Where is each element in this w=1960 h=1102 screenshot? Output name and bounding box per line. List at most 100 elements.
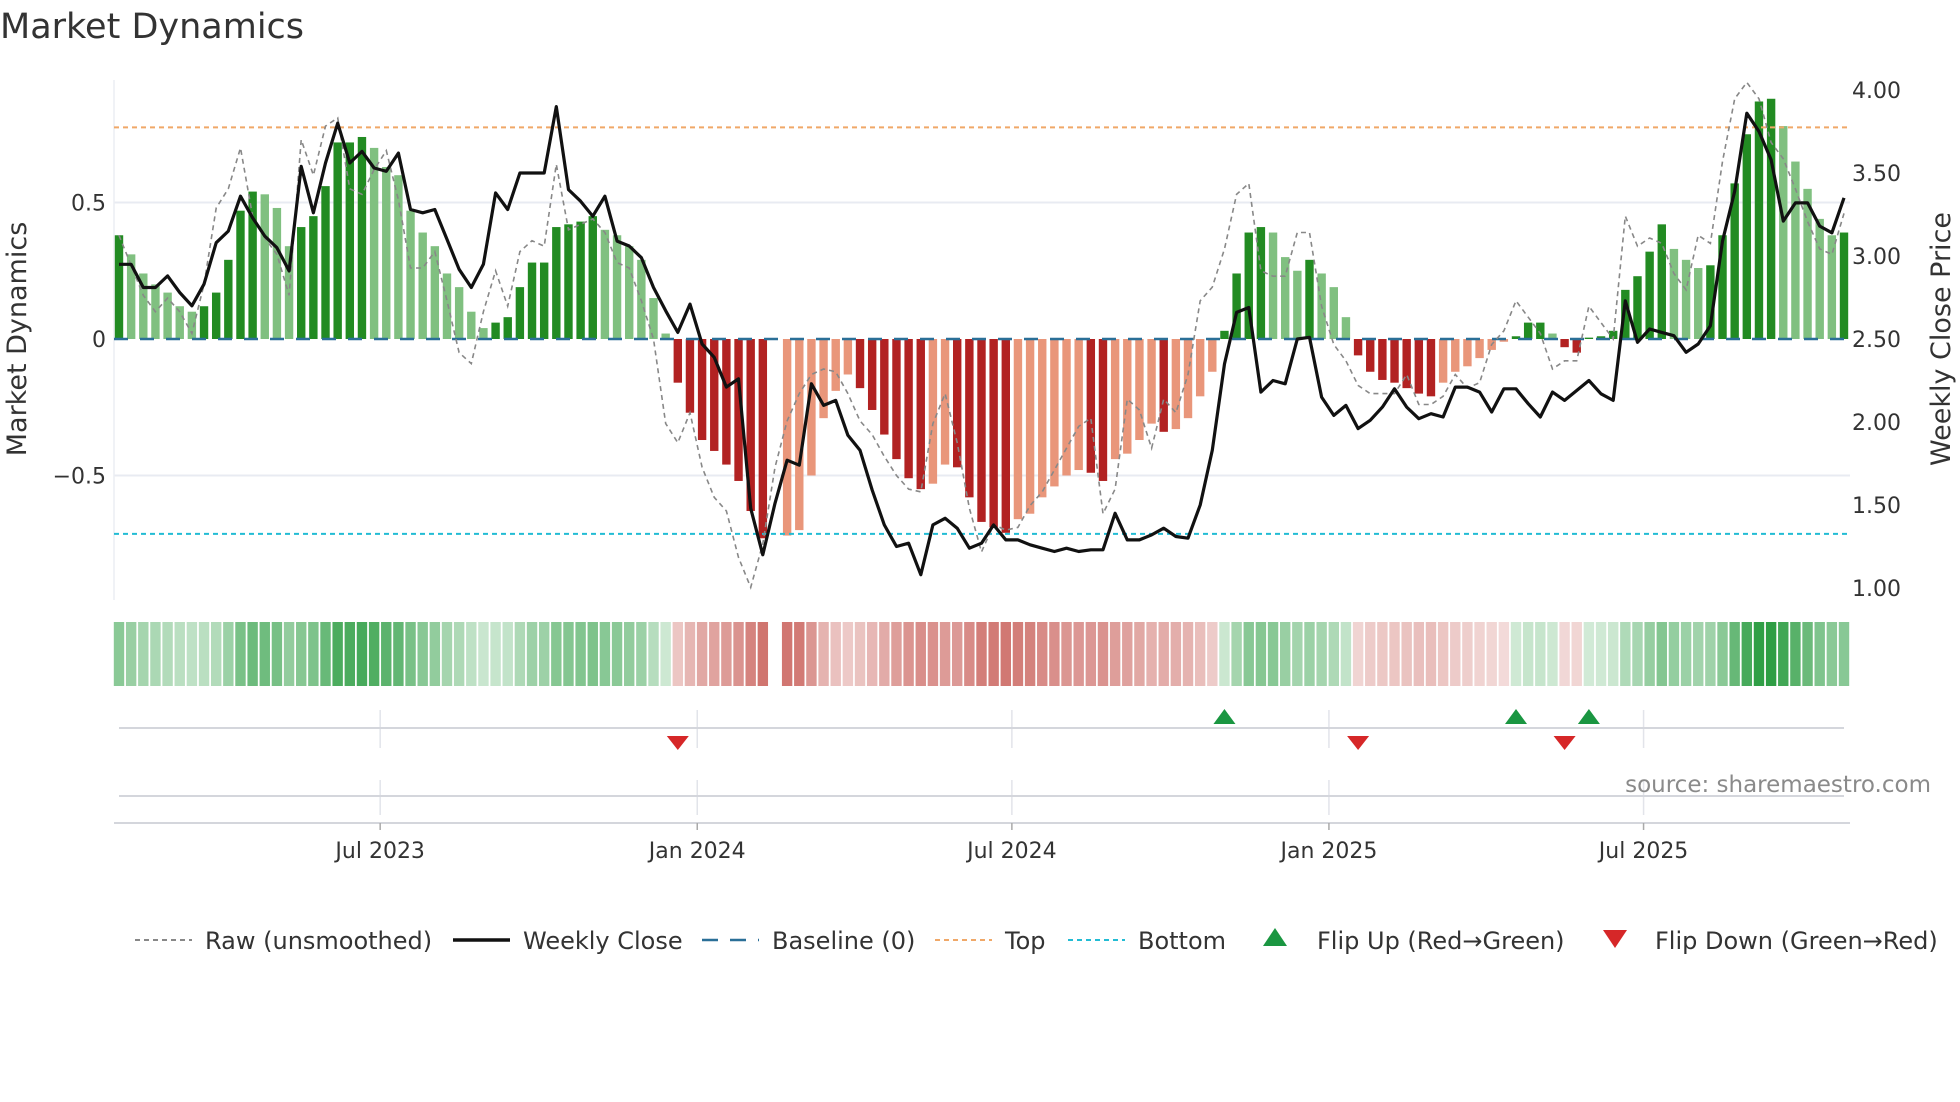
regime-cell [1607,622,1619,686]
legend-item-bottom: Bottom [1068,927,1226,955]
momentum-bar [855,339,865,389]
regime-cell [466,622,477,686]
flip-down-marker [1553,736,1576,750]
regime-cell [1243,622,1254,686]
flip-down-marker [1347,736,1370,750]
momentum-bar [600,229,610,339]
regime-cell [1559,622,1570,686]
momentum-bar [867,339,877,410]
momentum-bar [1038,339,1047,498]
momentum-bar [843,339,853,375]
regime-cell [1838,622,1850,686]
regime-cell [223,622,234,686]
regime-cell [1182,622,1194,686]
regime-cell [296,622,307,686]
legend-item-flip-down: Flip Down (Green→Red) [1603,927,1938,955]
regime-cell [138,622,149,686]
regime-cell [866,622,878,686]
regime-cell [757,622,769,686]
regime-cell [1352,622,1364,686]
x-tick-label: Jan 2025 [1278,839,1377,864]
regime-cell [709,622,720,686]
x-tick-label: Jul 2024 [965,839,1057,864]
regime-cell [1061,622,1072,686]
regime-cell [1535,622,1546,686]
momentum-bar [1074,339,1083,471]
regime-cell [1170,622,1182,686]
regime-cell [1194,622,1206,686]
momentum-bar [527,262,537,339]
momentum-bar [211,292,221,339]
regime-cell [453,622,465,686]
regime-cell [1778,622,1789,686]
legend-label: Bottom [1138,927,1226,955]
legend-label: Top [1004,927,1046,955]
momentum-bar [1475,339,1484,359]
momentum-bar [1280,257,1290,339]
regime-cell [964,622,975,686]
y2-tick-label: 3.50 [1852,162,1901,187]
momentum-bar [454,287,464,339]
momentum-bar [1110,339,1120,460]
momentum-bar [1013,339,1023,520]
regime-cell [198,622,210,686]
regime-cell [1826,622,1838,686]
regime-cell [381,622,392,686]
regime-cell [1729,622,1740,686]
momentum-bar [722,339,731,465]
market-dynamics-chart: Market Dynamics 0.5 0 −0.5 4.00 3.50 3.00 2.50… [0,7,1957,955]
flip-up-marker [1213,709,1236,724]
momentum-bar [1414,339,1424,394]
legend-label: Weekly Close [523,927,683,955]
momentum-bar [114,235,124,339]
regime-cell [332,622,343,686]
momentum-bar [382,167,391,339]
regime-cell [1292,622,1303,686]
regime-cell [1097,622,1109,686]
regime-cell [575,622,586,686]
regime-cell [1085,622,1097,686]
y2-tick-label: 2.00 [1852,411,1901,436]
regime-cell [1668,622,1680,686]
momentum-bar [1329,287,1338,339]
y2-tick-label: 1.50 [1852,494,1901,519]
momentum-bar [1694,268,1703,339]
momentum-bar [491,322,500,339]
momentum-bar [467,311,476,339]
momentum-bar [442,273,452,339]
y-tick-label: 0.5 [71,192,106,217]
regime-cell [1037,622,1048,686]
momentum-bar [539,262,549,339]
regime-cell [1401,622,1412,686]
momentum-bar [1669,248,1679,339]
momentum-bar [576,221,585,339]
y2-tick-label: 3.00 [1852,245,1901,270]
regime-cell [1547,622,1558,686]
y-tick-label: −0.5 [53,465,106,490]
regime-cell [150,622,161,686]
momentum-bar [965,339,974,498]
legend-label: Baseline (0) [772,927,915,955]
regime-cell [781,622,793,686]
momentum-bar [1341,317,1351,339]
momentum-bar [272,207,282,339]
regime-cell [1498,622,1510,686]
regime-cell [162,622,173,686]
legend-flip-up-icon [1263,928,1287,946]
momentum-bar [1451,339,1460,372]
momentum-bar [515,287,525,339]
momentum-bar [782,339,792,536]
momentum-bar [1463,339,1472,367]
regime-cell [344,622,356,686]
regime-cell [903,622,914,686]
momentum-bar [1827,235,1837,339]
regime-cell [1790,622,1801,686]
regime-cell [356,622,368,686]
regime-cell [1134,622,1145,686]
regime-cell [1279,622,1291,686]
momentum-bar [1025,339,1035,514]
momentum-bar [1742,134,1752,339]
regime-cell [1705,622,1716,686]
regime-cell [113,622,125,686]
regime-cell [1158,622,1169,686]
